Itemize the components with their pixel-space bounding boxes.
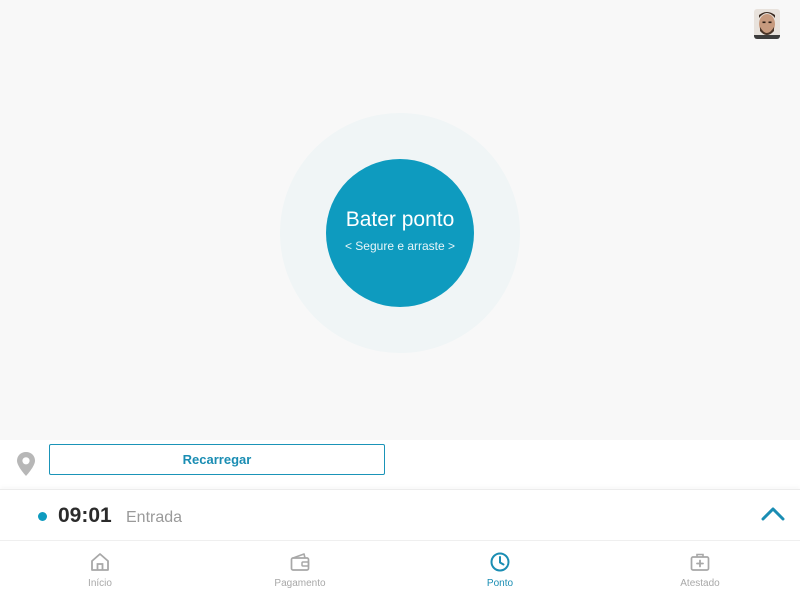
nav-label-atestado: Atestado [680, 578, 720, 589]
record-time: 09:01 [58, 504, 112, 527]
nav-item-pagamento[interactable]: Pagamento [200, 541, 400, 601]
chevron-up-icon[interactable] [760, 505, 786, 523]
nav-label-pagamento: Pagamento [274, 578, 326, 589]
punch-hint: < Segure e arraste > [344, 239, 456, 253]
nav-item-atestado[interactable]: Atestado [600, 541, 800, 601]
wallet-icon [290, 553, 310, 571]
last-record-bar: 09:01 Entrada [0, 489, 800, 540]
nav-label-inicio: Início [88, 578, 112, 589]
punch-clock-button[interactable]: Bater ponto < Segure e arraste > [326, 159, 474, 307]
avatar-image [754, 9, 780, 39]
nav-item-inicio[interactable]: Início [0, 541, 200, 601]
user-avatar[interactable] [754, 9, 780, 39]
bottom-navigation: Início Pagamento Ponto Atestado [0, 540, 800, 601]
medical-kit-icon [690, 553, 710, 571]
nav-item-ponto[interactable]: Ponto [400, 541, 600, 601]
record-status-dot [38, 512, 47, 521]
punch-title: Bater ponto [345, 208, 455, 231]
record-type-label: Entrada [126, 509, 183, 526]
nav-label-ponto: Ponto [486, 578, 514, 589]
home-icon [91, 553, 109, 571]
main-area: Bater ponto < Segure e arraste > [0, 0, 800, 440]
clock-icon [490, 552, 510, 572]
map-pin-icon [17, 452, 35, 476]
reload-button[interactable]: Recarregar [49, 444, 385, 475]
